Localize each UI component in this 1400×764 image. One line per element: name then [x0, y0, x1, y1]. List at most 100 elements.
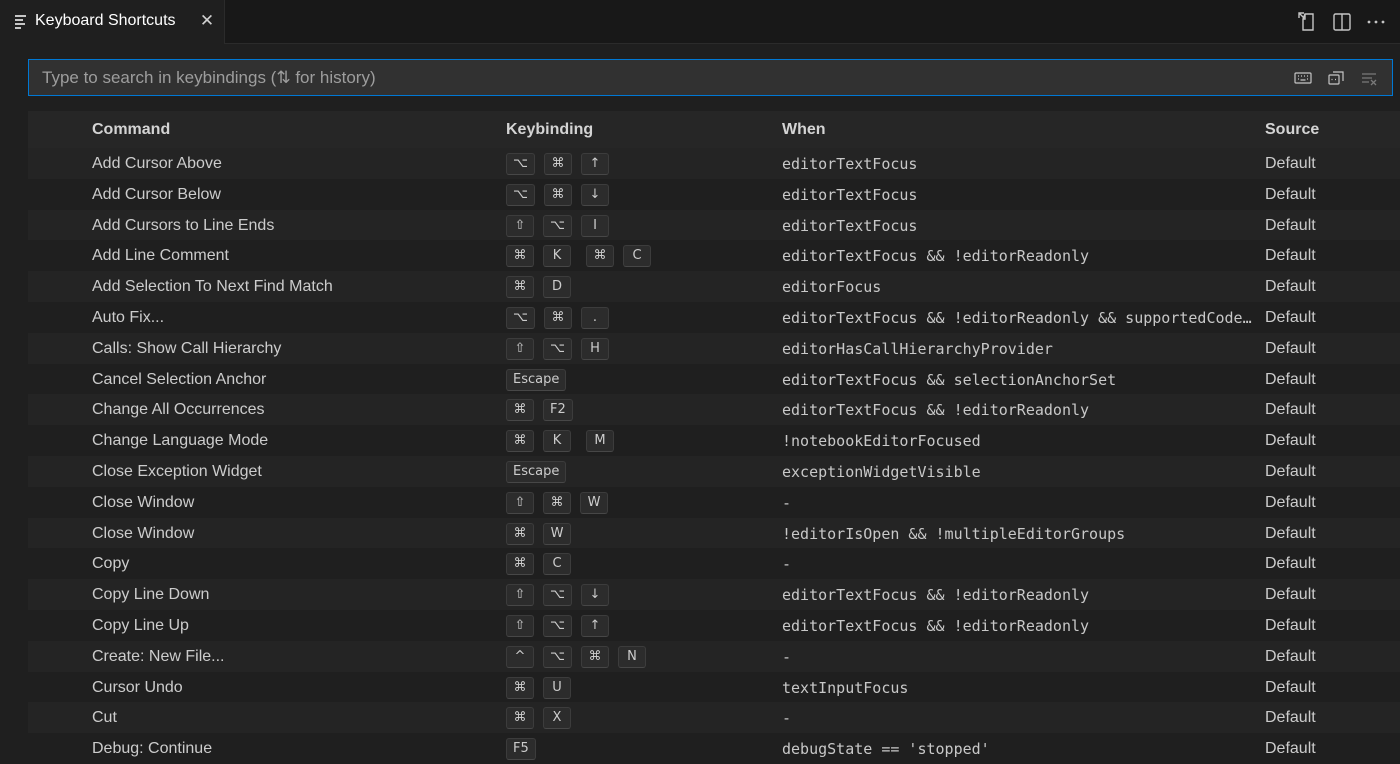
source-cell: Default	[1265, 370, 1316, 388]
keybinding-cell: ⌘ K M	[506, 430, 614, 453]
table-row[interactable]: Add Cursor Above ⌥ ⌘ ↑ editorTextFocus Defaul…	[28, 148, 1400, 179]
command-cell: Debug: Continue	[92, 740, 213, 758]
record-keys-icon[interactable]	[1292, 67, 1314, 89]
tab-keyboard-shortcuts[interactable]: Keyboard Shortcuts ✕	[0, 0, 225, 44]
split-editor-icon[interactable]	[1330, 10, 1354, 34]
key-cap: W	[543, 522, 571, 545]
table-row[interactable]: Cut ⌘ X - Default	[28, 702, 1400, 734]
table-row[interactable]: Add Cursor Below ⌥ ⌘ ↓ editorTextFocus Defaul…	[28, 178, 1400, 210]
command-cell: Auto Fix...	[92, 308, 165, 326]
source-cell: Default	[1265, 155, 1316, 172]
key-cap: Escape	[506, 460, 567, 483]
key-cap: ⇧	[506, 584, 534, 607]
key-cap: ↓	[580, 183, 609, 206]
table-row[interactable]: Close Window ⌘ W !editorIsOpen && !multiple…	[28, 517, 1400, 549]
command-cell: Change All Occurrences	[92, 401, 265, 419]
more-actions-icon[interactable]	[1364, 10, 1388, 34]
key-cap: ⌥	[506, 153, 535, 175]
source-cell: Default	[1265, 586, 1316, 604]
key-cap: ⌥	[543, 337, 572, 360]
column-header-source[interactable]: Source	[1265, 121, 1319, 139]
key-cap: X	[543, 707, 571, 730]
when-cell: debugState == 'stopped'	[782, 740, 990, 759]
when-cell: editorFocus	[782, 278, 882, 297]
table-row[interactable]: Change All Occurrences ⌘ F2 editorTextFocus…	[28, 394, 1400, 426]
command-cell: Close Exception Widget	[92, 462, 262, 480]
key-cap: F2	[543, 399, 573, 422]
table-row[interactable]: Cancel Selection Anchor Escape editorTextF…	[28, 363, 1400, 395]
table-row[interactable]: Change Language Mode ⌘ K M !notebookEditorFo…	[28, 425, 1400, 456]
table-row[interactable]: Create: New File... ^ ⌥ ⌘ N - Default	[28, 640, 1400, 672]
keybinding-cell: ⌘ W	[506, 522, 571, 545]
keybinding-cell: ⇧ ⌥ ↑	[506, 614, 609, 637]
command-cell: Add Cursor Below	[92, 185, 221, 203]
open-keybindings-json-icon[interactable]	[1296, 10, 1320, 34]
source-cell: Default	[1265, 555, 1316, 573]
command-cell: Create: New File...	[92, 647, 225, 665]
table-row[interactable]: Close Window ⇧ ⌘ W - Default	[28, 486, 1400, 518]
table-body: Add Cursor Above ⌥ ⌘ ↑ editorTextFocus Defaul…	[28, 148, 1400, 764]
table-row[interactable]: Close Exception Widget Escape exceptionWid…	[28, 455, 1400, 487]
key-cap: Escape	[506, 368, 567, 391]
keybindings-table: Command Keybinding When Source Add Curso…	[28, 111, 1400, 764]
column-header-keybinding[interactable]: Keybinding	[506, 121, 593, 139]
key-cap: ↓	[580, 584, 609, 607]
key-cap: ⌘	[506, 522, 534, 545]
key-cap: ↑	[580, 614, 609, 637]
key-cap: ⌘	[506, 430, 534, 453]
clear-search-icon[interactable]	[1358, 67, 1380, 89]
key-cap: C	[623, 245, 651, 268]
source-cell: Default	[1265, 524, 1316, 542]
command-cell: Change Language Mode	[92, 432, 269, 450]
key-cap: ⌘	[543, 306, 572, 329]
table-row[interactable]: Add Selection To Next Find Match ⌘ Deditor…	[28, 271, 1400, 302]
when-cell: editorTextFocus && !editorReadonly	[782, 401, 1090, 420]
column-header-command[interactable]: Command	[92, 121, 170, 139]
key-cap: ⌥	[506, 306, 535, 329]
sort-by-precedence-icon[interactable]	[1325, 67, 1347, 89]
tab-title: Keyboard Shortcuts	[35, 12, 176, 29]
table-row[interactable]: Copy Line Down ⇧ ⌥ ↓ editorTextFocus && !edi…	[28, 579, 1400, 610]
table-row[interactable]: Auto Fix... ⌥ ⌘. editorTextFocus && !editor…	[28, 301, 1400, 333]
table-row[interactable]: Debug: Continue F5 debugState == 'stopped'…	[28, 733, 1400, 764]
column-header-when[interactable]: When	[782, 121, 826, 139]
table-row[interactable]: Copy ⌘ C - Default	[28, 548, 1400, 580]
key-cap: ⌥	[506, 183, 535, 206]
table-row[interactable]: Cursor Undo ⌘ UtextInputFocus Default	[28, 671, 1400, 703]
key-cap: D	[543, 276, 571, 299]
key-cap: ⌘	[543, 153, 572, 175]
key-cap: ⌘	[506, 276, 534, 299]
key-cap: ⌘	[543, 491, 571, 514]
editor-actions	[1296, 10, 1388, 34]
when-cell: editorTextFocus && selectionAnchorSet	[782, 370, 1117, 389]
table-row[interactable]: Calls: Show Call Hierarchy ⇧ ⌥ HeditorHasCa…	[28, 332, 1400, 364]
command-cell: Add Line Comment	[92, 247, 229, 265]
table-row[interactable]: Add Line Comment ⌘ K ⌘ C editorTextFocus && !…	[28, 240, 1400, 272]
keybinding-cell: ⇧ ⌥ ↓	[506, 584, 609, 607]
key-cap: I	[580, 214, 609, 237]
keybinding-cell: Escape	[506, 460, 567, 483]
keybinding-cell: ⌘ U	[506, 676, 571, 699]
command-cell: Cursor Undo	[92, 678, 183, 696]
key-cap: ⇧	[506, 614, 534, 637]
keybinding-cell: ⌘ K ⌘ C	[506, 245, 651, 268]
key-cap: ⌘	[580, 645, 609, 668]
key-cap: W	[580, 491, 608, 514]
key-cap: M	[586, 430, 614, 453]
key-cap: ⇧	[506, 214, 534, 237]
table-row[interactable]: Add Cursors to Line Ends ⇧ ⌥ IeditorTextFoc…	[28, 209, 1400, 241]
key-cap: ⌥	[543, 214, 572, 237]
editor-tab-bar: Keyboard Shortcuts ✕	[0, 0, 1400, 44]
search-input[interactable]	[29, 60, 1269, 95]
key-cap: N	[617, 645, 646, 668]
table-row[interactable]: Copy Line Up ⇧ ⌥ ↑ editorTextFocus && !edito…	[28, 609, 1400, 641]
key-cap: ⌘	[543, 183, 572, 206]
when-cell: !editorIsOpen && !multipleEditorGroups	[782, 524, 1126, 543]
command-cell: Copy Line Down	[92, 586, 210, 604]
close-icon[interactable]: ✕	[198, 11, 216, 31]
source-cell: Default	[1265, 740, 1316, 758]
keybinding-cell: ⌘ C	[506, 553, 571, 576]
when-cell: -	[782, 647, 792, 666]
source-cell: Default	[1265, 308, 1316, 326]
when-cell: editorTextFocus && !editorReadonly	[782, 247, 1090, 266]
